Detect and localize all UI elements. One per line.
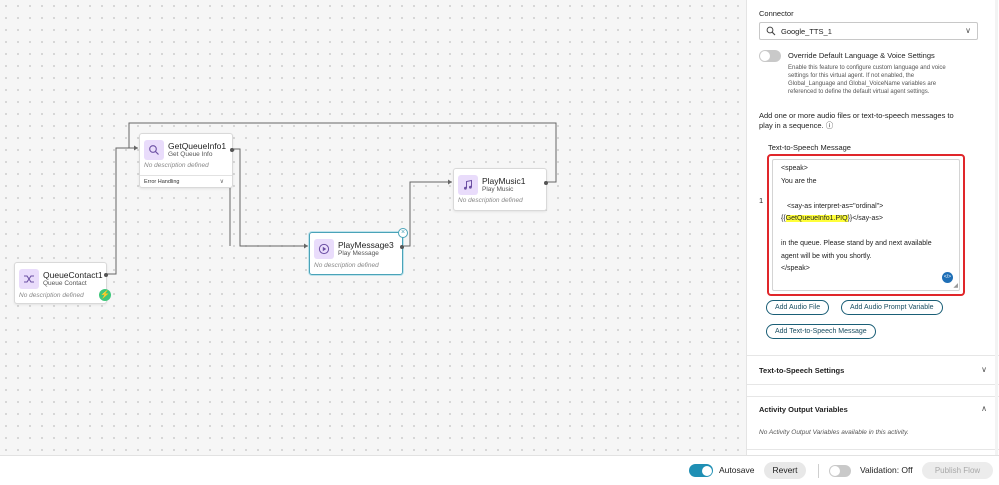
output-port[interactable]: [104, 273, 108, 277]
node-subtitle: Queue Contact: [43, 280, 87, 287]
override-label: Override Default Language & Voice Settin…: [788, 51, 935, 60]
node-queue-contact[interactable]: QueueContact1 Queue Contact No descripti…: [14, 262, 111, 304]
node-title: GetQueueInfo1: [168, 141, 227, 151]
node-subtitle: Play Message: [338, 250, 379, 257]
node-title: PlayMusic1: [482, 176, 526, 186]
bottom-toolbar: Autosave Revert Validation: Off Publish …: [0, 455, 999, 485]
resize-handle-icon[interactable]: ◢: [953, 282, 958, 289]
node-title: PlayMessage3: [338, 240, 394, 250]
tts-line: agent will be with you shortly.: [781, 252, 872, 260]
divider: [747, 449, 999, 450]
activity-output-header[interactable]: Activity Output Variables: [759, 405, 848, 414]
autosave-toggle[interactable]: [689, 464, 713, 477]
chevron-down-icon: ∨: [965, 26, 971, 35]
connector-value: Google_TTS_1: [781, 27, 832, 36]
play-icon: [314, 239, 334, 259]
node-title: QueueContact1: [43, 270, 103, 280]
divider: [818, 464, 819, 478]
wire-queue-to-getinfo: [106, 147, 138, 275]
shuffle-icon: [19, 269, 39, 289]
tts-line: <say-as interpret-as="ordinal">: [787, 202, 884, 210]
autosave-label: Autosave: [719, 465, 755, 475]
event-flow-icon[interactable]: ⚡: [99, 289, 111, 301]
node-get-queue-info[interactable]: GetQueueInfo1 Get Queue Info No descript…: [139, 133, 234, 188]
override-toggle[interactable]: [759, 50, 781, 62]
tts-line-variable: {{GetQueueInfo1.PIQ}}</say-as>: [781, 215, 883, 222]
info-icon[interactable]: ⓘ: [826, 121, 834, 130]
validation-toggle[interactable]: [829, 465, 851, 477]
output-port[interactable]: [400, 245, 404, 249]
node-subtitle: Play Music: [482, 186, 514, 193]
add-tts-message-button[interactable]: Add Text-to-Speech Message: [766, 324, 876, 339]
sequence-index: 1: [759, 196, 764, 205]
node-play-music[interactable]: PlayMusic1 Play Music No description def…: [453, 168, 548, 211]
chevron-up-icon[interactable]: ∧: [981, 404, 987, 413]
add-audio-prompt-variable-button[interactable]: Add Audio Prompt Variable: [841, 300, 943, 315]
output-port[interactable]: [544, 181, 548, 185]
publish-flow-button[interactable]: Publish Flow: [922, 462, 993, 479]
tts-line: </speak>: [781, 265, 810, 272]
add-audio-file-button[interactable]: Add Audio File: [766, 300, 830, 315]
divider: [747, 396, 999, 397]
search-icon: [766, 26, 776, 38]
node-subtitle: Get Queue Info: [168, 151, 213, 158]
flow-canvas[interactable]: QueueContact1 Queue Contact No descripti…: [0, 0, 746, 455]
panel-scrollbar[interactable]: [995, 0, 998, 455]
node-description: No description defined: [144, 162, 209, 169]
output-port[interactable]: [230, 148, 234, 152]
queue-variable-highlight: GetQueueInfo1.PIQ: [785, 215, 848, 222]
tts-line: <speak>: [781, 165, 808, 172]
tts-settings-header[interactable]: Text-to-Speech Settings: [759, 366, 844, 375]
tts-line: You are the: [781, 177, 817, 185]
wire-playmessage-to-playmusic: [403, 181, 452, 247]
add-instructions: Add one or more audio files or text-to-s…: [759, 111, 954, 130]
chevron-down-icon[interactable]: ∨: [981, 365, 987, 374]
connector-label: Connector: [759, 9, 794, 18]
tts-line: in the queue. Please stand by and next a…: [781, 240, 932, 247]
tts-message-input[interactable]: <speak> You are the <say-as interpret-as…: [772, 159, 960, 291]
tts-message-label: Text-to-Speech Message: [768, 143, 851, 152]
node-description: No description defined: [19, 292, 84, 299]
validation-label: Validation: Off: [860, 465, 913, 475]
error-handling-toggle[interactable]: Error Handling ∨: [140, 175, 232, 188]
node-play-message[interactable]: PlayMessage3 Play Message No description…: [309, 228, 408, 275]
properties-panel: Connector Google_TTS_1 ∨ Override Defaul…: [746, 0, 999, 455]
node-description: No description defined: [314, 262, 379, 269]
divider: [747, 384, 999, 385]
wire-getinfo-to-playmessage-a: [232, 148, 308, 247]
close-icon[interactable]: ×: [398, 228, 408, 238]
activity-output-empty: No Activity Output Variables available i…: [759, 429, 909, 436]
connector-select[interactable]: Google_TTS_1 ∨: [759, 22, 978, 40]
revert-button[interactable]: Revert: [764, 462, 806, 479]
divider: [747, 355, 999, 356]
tts-message-highlight: <speak> You are the <say-as interpret-as…: [767, 154, 965, 296]
error-handling-label: Error Handling: [144, 179, 180, 185]
node-description: No description defined: [458, 197, 523, 204]
override-help: Enable this feature to configure custom …: [788, 65, 946, 95]
music-note-icon: [458, 175, 478, 195]
chevron-down-icon: ∨: [219, 179, 224, 185]
search-icon: [144, 140, 164, 160]
code-editor-icon[interactable]: </>: [942, 272, 953, 283]
connection-wires: [106, 122, 557, 275]
